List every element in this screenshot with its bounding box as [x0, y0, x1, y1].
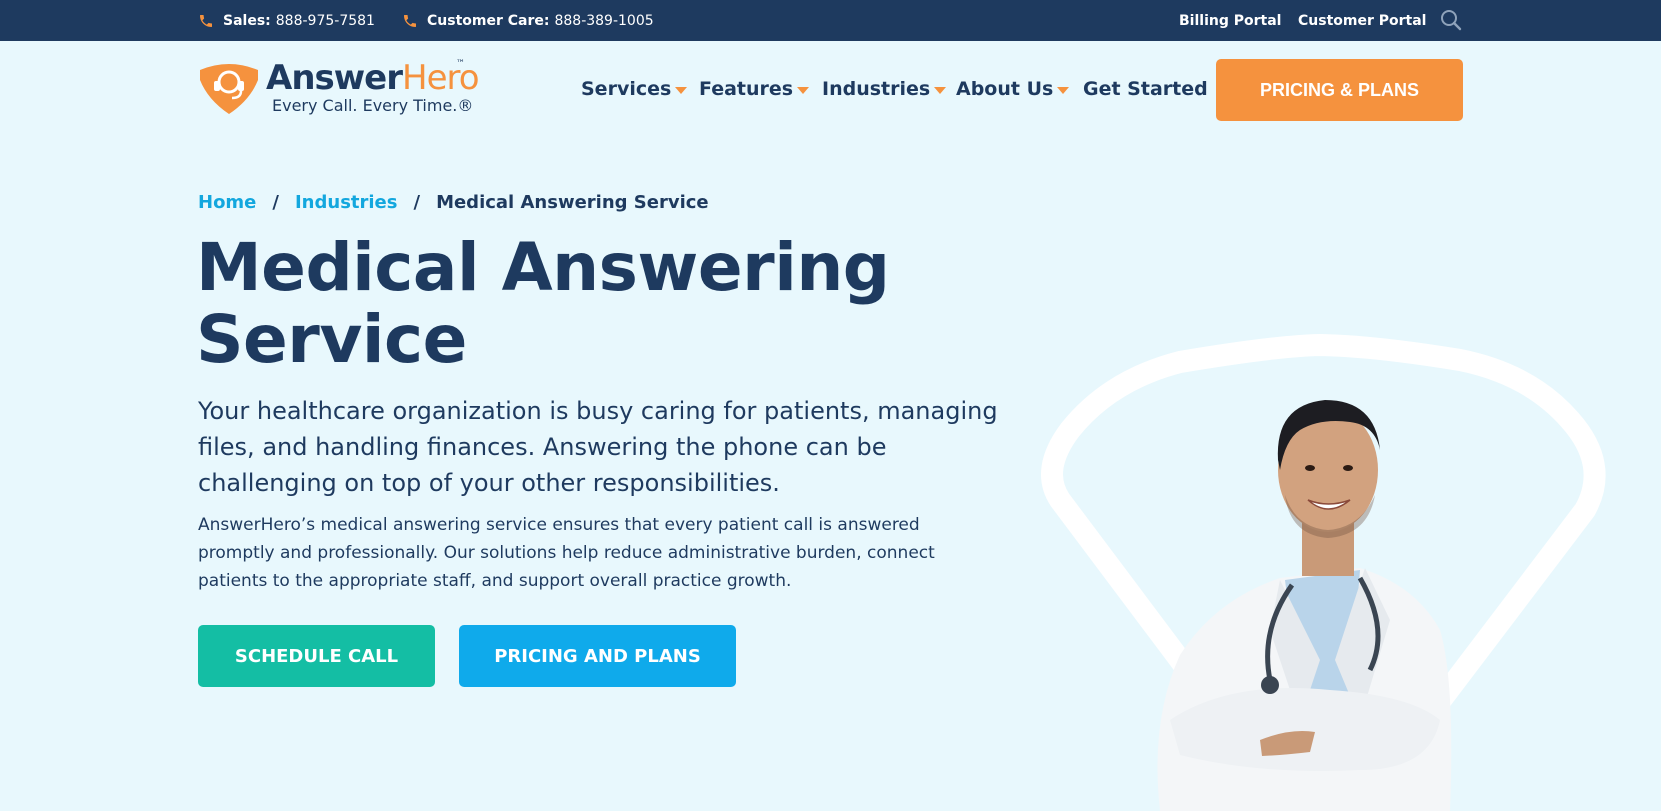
- care-number[interactable]: 888-389-1005: [554, 13, 653, 29]
- nav-item-get-started[interactable]: Get Started: [1083, 74, 1208, 104]
- care-label: Customer Care:: [427, 12, 550, 29]
- hero-body: AnswerHero’s medical answering service e…: [198, 515, 935, 591]
- caret-down-icon: [797, 87, 810, 94]
- nav-item-about-us[interactable]: About Us: [956, 74, 1070, 104]
- breadcrumb-current: Medical Answering Service: [436, 192, 709, 213]
- top-utility-bar: Sales: 888-975-7581 Customer Care: 888-3…: [0, 0, 1661, 41]
- headset-shield-icon: [198, 62, 260, 118]
- page-title-line-2: Service: [196, 301, 467, 378]
- sales-contact[interactable]: Sales: 888-975-7581: [198, 0, 375, 41]
- sales-label: Sales:: [223, 12, 271, 29]
- hero-illustration: [1030, 300, 1661, 811]
- page-title-line-1: Medical Answering: [196, 229, 890, 306]
- schedule-call-button[interactable]: SCHEDULE CALL: [198, 625, 435, 687]
- customer-portal-link[interactable]: Customer Portal: [1298, 0, 1426, 41]
- hero-lead: Your healthcare organization is busy car…: [198, 397, 998, 497]
- breadcrumb-home-link[interactable]: Home: [198, 192, 256, 213]
- trademark: ™: [456, 59, 465, 69]
- breadcrumb-separator: /: [272, 192, 279, 213]
- pricing-and-plans-button[interactable]: PRICING AND PLANS: [459, 625, 736, 687]
- caret-down-icon: [1057, 87, 1070, 94]
- billing-portal-link[interactable]: Billing Portal: [1179, 0, 1281, 41]
- nav-item-industries[interactable]: Industries: [822, 74, 947, 104]
- breadcrumb: Home / Industries / Medical Answering Se…: [198, 192, 709, 213]
- pricing-plans-button[interactable]: PRICING & PLANS: [1216, 59, 1463, 121]
- nav-item-features[interactable]: Features: [699, 74, 810, 104]
- phone-icon: [198, 13, 214, 29]
- logo-tagline: Every Call. Every Time.®: [272, 96, 474, 115]
- breadcrumb-industries-link[interactable]: Industries: [295, 192, 398, 213]
- doctor-illustration: [1041, 334, 1606, 811]
- caret-down-icon: [934, 87, 947, 94]
- sales-number[interactable]: 888-975-7581: [276, 13, 375, 29]
- search-icon[interactable]: [1440, 9, 1462, 31]
- caret-down-icon: [675, 87, 688, 94]
- phone-icon: [402, 13, 418, 29]
- brand-name: AnswerHero: [266, 58, 480, 98]
- customer-care-contact[interactable]: Customer Care: 888-389-1005: [402, 0, 654, 41]
- breadcrumb-separator: /: [413, 192, 421, 213]
- nav-item-services[interactable]: Services: [581, 74, 688, 104]
- answerhero-logo[interactable]: AnswerHero ™ Every Call. Every Time.®: [198, 58, 480, 118]
- page-title: Medical Answering Service: [196, 232, 936, 376]
